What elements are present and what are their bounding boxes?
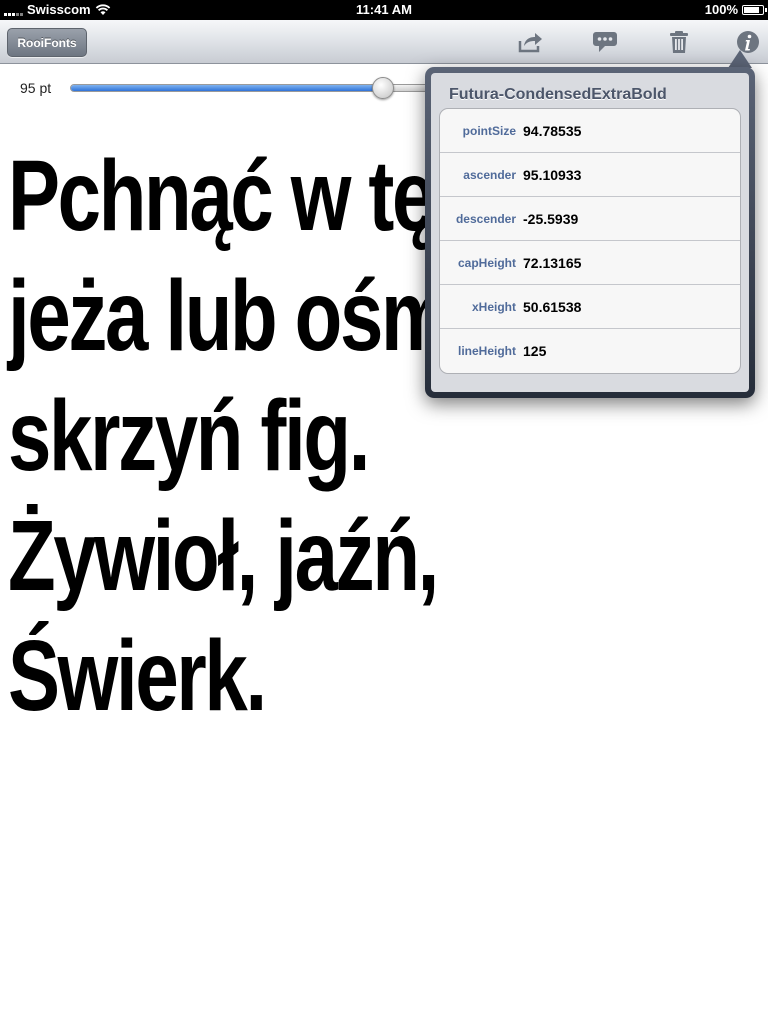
metric-key: ascender xyxy=(463,167,516,182)
rooifonts-back-button[interactable]: RooiFonts xyxy=(7,28,87,57)
sample-text-line: Żywioł, jaźń, xyxy=(8,500,439,612)
metric-value: -25.5939 xyxy=(523,210,579,227)
popover-content: Futura-CondensedExtraBold pointSize 94.78… xyxy=(431,73,749,392)
metric-value: 95.10933 xyxy=(523,166,582,183)
battery-icon xyxy=(742,4,767,15)
metric-row-pointSize: pointSize 94.78535 xyxy=(440,109,740,153)
trash-icon[interactable] xyxy=(666,29,692,55)
slider-fill xyxy=(71,85,385,91)
metric-value: 94.78535 xyxy=(523,122,582,139)
metric-value: 125 xyxy=(523,343,547,359)
toolbar: RooiFonts xyxy=(0,20,768,64)
status-time: 11:41 AM xyxy=(356,2,412,17)
share-icon[interactable] xyxy=(517,29,543,55)
metric-key: xHeight xyxy=(471,299,516,314)
font-metrics-table: pointSize 94.78535 ascender 95.10933 descend… xyxy=(439,108,741,374)
metric-value: 72.13165 xyxy=(523,254,582,271)
font-size-label: 95 pt xyxy=(20,80,52,96)
font-info-popover: Futura-CondensedExtraBold pointSize 94.78… xyxy=(425,67,755,398)
metric-row-descender: descender -25.5939 xyxy=(440,197,740,241)
metric-row-xHeight: xHeight 50.61538 xyxy=(440,285,740,329)
popover-arrow xyxy=(728,50,752,68)
font-name-title: Futura-CondensedExtraBold xyxy=(449,86,667,103)
metric-row-capHeight: capHeight 72.13165 xyxy=(440,241,740,285)
metric-key: pointSize xyxy=(462,123,516,138)
sample-text-line: Świerk. xyxy=(8,620,267,732)
metric-value: 50.61538 xyxy=(523,298,582,315)
comment-icon[interactable] xyxy=(592,29,618,55)
metric-key: capHeight xyxy=(457,255,516,270)
slider-thumb[interactable] xyxy=(372,77,395,99)
metric-key: descender xyxy=(455,211,516,226)
status-right: 100% xyxy=(704,2,767,17)
status-bar: Swisscom 11:41 AM 100% xyxy=(0,0,768,20)
metric-row-lineHeight: lineHeight 125 xyxy=(440,329,740,373)
metric-row-ascender: ascender 95.10933 xyxy=(440,153,740,197)
metric-key: lineHeight xyxy=(457,344,516,358)
battery-percent: 100% xyxy=(704,2,738,17)
